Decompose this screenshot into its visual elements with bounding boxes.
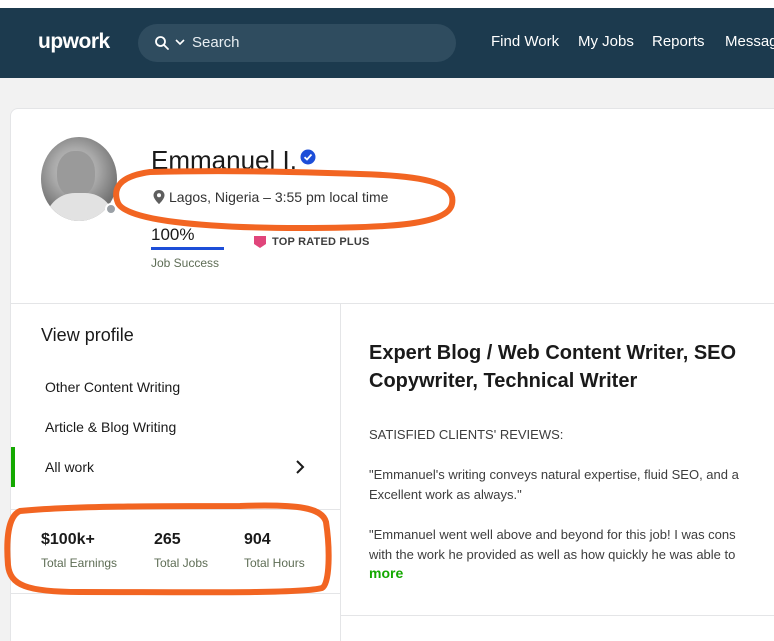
specialty-all-work[interactable]: All work [45,459,94,475]
specialty-article-blog-writing[interactable]: Article & Blog Writing [45,419,176,435]
search-input[interactable]: Search [192,34,240,51]
job-success-value: 100% [151,225,195,244]
review-text: with the work he provided as well as how… [369,547,736,562]
nav-my-jobs[interactable]: My Jobs [578,33,634,50]
verified-icon [300,149,316,165]
divider [11,593,340,594]
freelancer-name: Emmanuel I. [151,145,297,175]
top-nav: upwork Search Find Work My Jobs Reports … [0,8,774,78]
divider [341,615,774,616]
stat-total-jobs-value: 265 [154,531,181,548]
search-bar[interactable]: Search [138,24,456,62]
stat-total-jobs-label: Total Jobs [154,556,209,570]
avatar-face [57,151,95,197]
search-icon [155,36,169,50]
job-success-bar [151,247,224,250]
top-strip [0,0,774,8]
more-link[interactable]: more [369,565,403,581]
location-pin-icon [153,190,165,204]
stat-total-earnings-value: $100k+ [41,531,95,548]
divider [11,509,340,510]
reviews-heading: SATISFIED CLIENTS' REVIEWS: [369,427,564,442]
location-text: Lagos, Nigeria – 3:55 pm local time [169,189,389,205]
chevron-down-icon[interactable] [174,36,186,48]
nav-find-work[interactable]: Find Work [491,33,559,50]
specialty-other-content-writing[interactable]: Other Content Writing [45,379,180,395]
review-text: "Emmanuel's writing conveys natural expe… [369,467,739,482]
profile-title: Expert Blog / Web Content Writer, SEO Co… [369,342,737,392]
job-success-label: Job Success [151,256,220,270]
top-rated-badge: TOP RATED PLUS [272,236,370,248]
stat-total-earnings-label: Total Earnings [41,556,118,570]
profile-card: Emmanuel I. Lagos, Nigeria – 3:55 pm loc… [10,108,774,641]
review-text: "Emmanuel went well above and beyond for… [369,527,736,542]
nav-reports[interactable]: Reports [652,33,705,50]
stat-total-hours-label: Total Hours [244,556,305,570]
nav-messages[interactable]: Messages [725,33,774,50]
active-indicator [11,447,15,487]
status-dot [105,203,117,215]
upwork-logo[interactable]: upwork [38,30,110,54]
top-rated-plus-icon [254,236,266,248]
divider [11,303,774,304]
review-text: Excellent work as always." [369,487,522,502]
chevron-right-icon[interactable] [293,459,307,475]
view-profile-heading: View profile [41,325,134,345]
stat-total-hours-value: 904 [244,531,271,548]
column-divider [340,303,341,641]
